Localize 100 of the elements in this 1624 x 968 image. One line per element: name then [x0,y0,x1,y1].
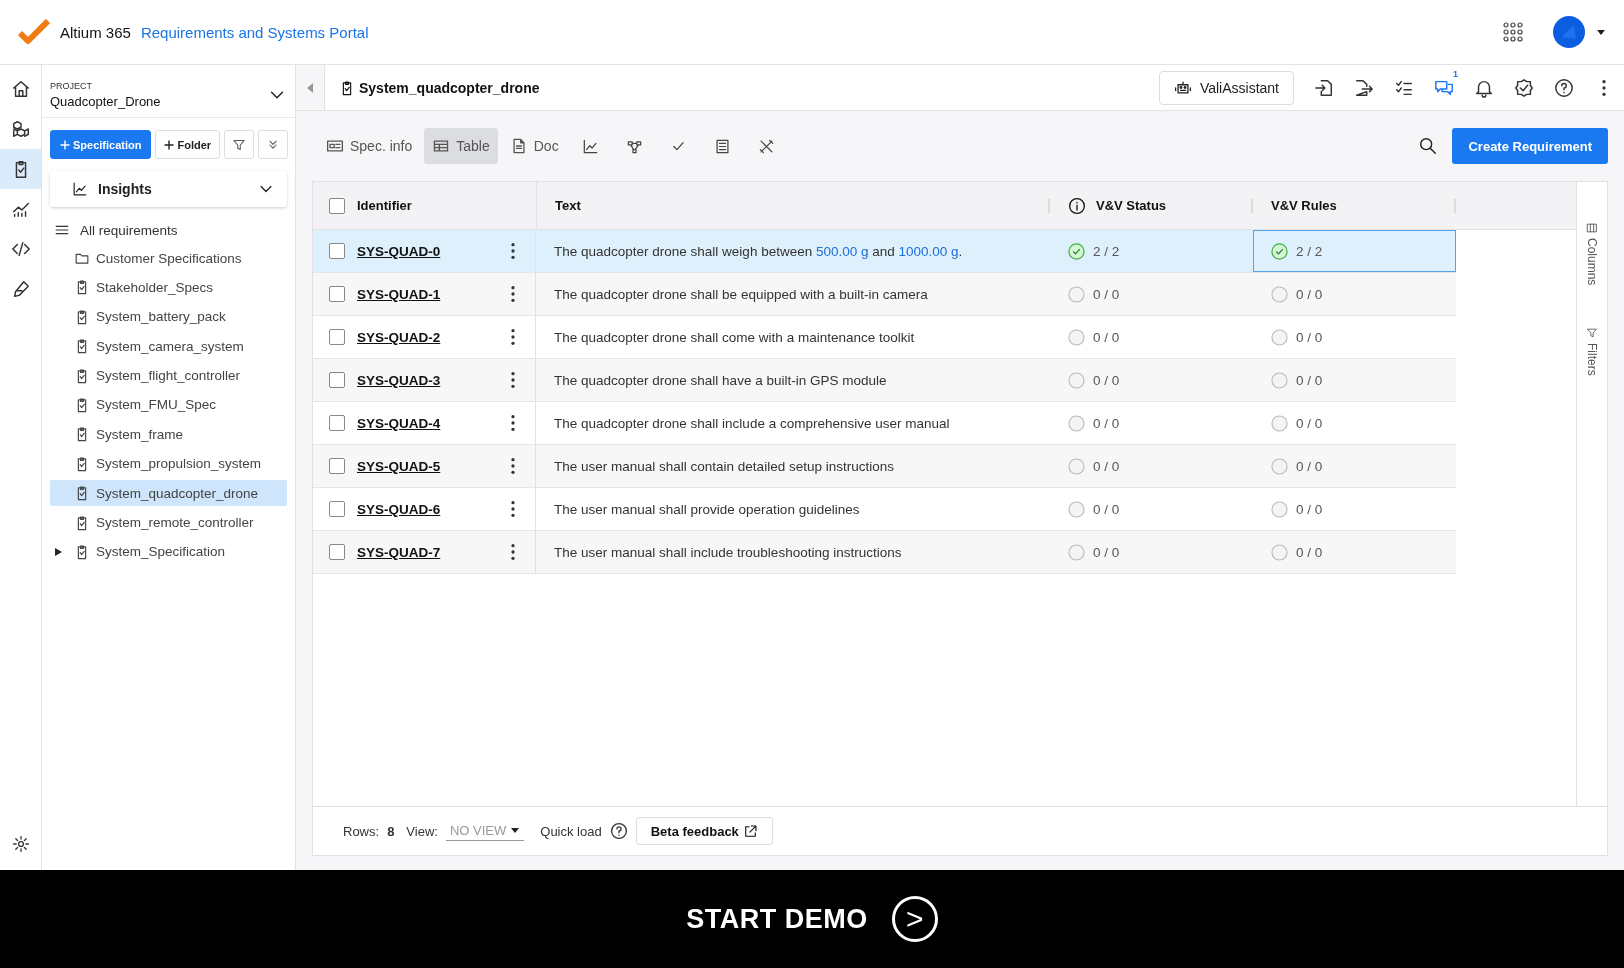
row-checkbox[interactable] [329,329,345,345]
vv-status-value: 0 / 0 [1093,329,1120,345]
checklist-icon[interactable] [714,137,732,155]
requirement-text: The user manual shall include troubleshooting instructions [554,544,902,560]
assistant-button[interactable]: ValiAssistant [1158,70,1294,105]
specification-title: System_quadcopter_drone [359,79,540,96]
tree-item[interactable]: Customer Specifications [50,245,287,271]
filter-icon [232,137,247,152]
row-checkbox[interactable] [329,415,345,431]
requirement-id-link[interactable]: SYS-QUAD-5 [357,458,491,474]
row-checkbox[interactable] [329,544,345,560]
collapse-triangle-icon[interactable] [306,81,314,94]
row-checkbox[interactable] [329,458,345,474]
all-requirements-item[interactable]: All requirements [42,215,295,245]
table-row[interactable]: SYS-QUAD-3 The quadcopter drone shall have a built-in GPS module 0 / 0 0 / 0 [313,359,1456,402]
view-tab[interactable]: Doc [501,128,567,164]
table-row[interactable]: SYS-QUAD-0 The quadcopter drone shall weigh between 500.00 g and 1000.00 g. 2 / 2 2 / 2 [313,230,1456,273]
settings-icon[interactable] [11,835,30,853]
rows-label: Rows: [343,823,380,839]
table-row[interactable]: SYS-QUAD-1 The quadcopter drone shall be equipped with a built-in camera 0 / 0 0 / 0 [313,273,1456,316]
vv-rules-value: 0 / 0 [1296,286,1323,302]
tree-label: System_FMU_Spec [96,397,217,413]
play-circle-button[interactable]: > [891,896,938,942]
columns-icon [1586,222,1598,234]
vv-status-value: 0 / 0 [1093,458,1120,474]
tree-item[interactable]: System_flight_controller [50,362,287,389]
brand-name: Altium 365 [60,23,131,41]
vv-status-value: 0 / 0 [1093,372,1120,388]
new-folder-button[interactable]: Folder [155,130,221,159]
help-icon[interactable] [1554,77,1574,98]
tree-label: System_camera_system [96,338,244,354]
import-icon[interactable] [1314,77,1334,98]
vv-status-value: 0 / 0 [1093,544,1120,560]
search-icon[interactable] [1418,136,1439,156]
project-name: Quadcopter_Drone [50,94,162,109]
new-specification-button[interactable]: Specification [50,130,152,159]
line-chart-icon[interactable] [582,137,600,155]
view-tab[interactable]: Table [424,128,498,164]
row-checkbox[interactable] [329,286,345,302]
requirement-id-link[interactable]: SYS-QUAD-1 [357,286,491,302]
tree-item[interactable]: System_quadcopter_drone [50,480,287,507]
expand-triangle-icon[interactable] [54,546,63,557]
requirement-id-link[interactable]: SYS-QUAD-0 [357,243,491,259]
tree-label: Customer Specifications [96,250,242,266]
start-demo-label[interactable]: START DEMO [686,903,868,935]
export-icon[interactable] [1354,77,1374,98]
requirement-id-link[interactable]: SYS-QUAD-4 [357,415,491,431]
column-header[interactable]: Text [555,198,581,213]
requirement-text: The quadcopter drone shall come with a maintenance toolkit [554,329,915,345]
apps-grid-icon[interactable] [1502,21,1524,43]
caret-icon[interactable] [510,827,521,834]
requirement-id-link[interactable]: SYS-QUAD-3 [357,372,491,388]
requirement-id-link[interactable]: SYS-QUAD-2 [357,329,491,345]
filter-button[interactable] [224,130,255,159]
side-panel-tab[interactable]: Filters [1585,327,1599,377]
vv-rules-value: 0 / 0 [1296,458,1323,474]
tree-label: System_propulsion_system [96,456,262,472]
tree-item[interactable]: System_Specification [50,538,287,565]
vv-rules-value: 0 / 0 [1296,415,1323,431]
create-requirement-button[interactable]: Create Requirement [1452,128,1608,164]
tree-item[interactable]: System_battery_pack [50,303,287,330]
info-icon [1068,196,1086,215]
column-header[interactable]: V&V Rules [1271,198,1337,213]
portal-name: Requirements and Systems Portal [140,23,369,41]
row-checkbox[interactable] [329,243,345,259]
tree-item[interactable]: System_camera_system [50,333,287,360]
row-checkbox[interactable] [329,501,345,517]
row-checkbox[interactable] [329,372,345,388]
beta-feedback-button[interactable]: Beta feedback [635,817,773,845]
verified-badge-icon[interactable] [1514,77,1534,98]
column-header[interactable]: Identifier [357,198,412,213]
column-header[interactable]: V&V Status [1096,198,1167,213]
requirement-id-link[interactable]: SYS-QUAD-7 [357,544,491,560]
nav-item[interactable] [0,149,41,189]
tree-item[interactable]: System_remote_controller [50,509,287,536]
vv-rules-value: 0 / 0 [1296,501,1323,517]
vv-rules-value: 0 / 0 [1296,372,1323,388]
row-count: 8 [387,823,395,839]
vv-rules-value: 2 / 2 [1296,243,1323,259]
tree-label: System_frame [96,426,184,442]
tree-item[interactable]: System_frame [50,421,287,448]
view-tab[interactable]: Spec. info [318,128,421,164]
side-panel-tab[interactable]: Columns [1585,222,1599,286]
caret-icon[interactable] [1596,28,1606,36]
project-label: PROJECT [50,81,93,91]
tools-icon[interactable] [758,137,776,155]
tree-item[interactable]: Stakeholder_Specs [50,274,287,301]
table-row[interactable]: SYS-QUAD-5 The user manual shall contain detailed setup instructions 0 / 0 0 / 0 [313,445,1456,488]
help-icon[interactable] [609,822,628,840]
user-avatar[interactable] [1552,15,1586,49]
insights-dropdown[interactable]: Insights [50,171,287,207]
vv-status-value: 0 / 0 [1093,415,1120,431]
tree-item[interactable]: System_propulsion_system [50,450,287,477]
table-row[interactable]: SYS-QUAD-7 The user manual shall include troubleshooting instructions 0 / 0 0 / 0 [313,531,1456,574]
cubes-icon [10,119,31,139]
requirement-id-link[interactable]: SYS-QUAD-6 [357,501,491,517]
logo-icon [18,19,50,45]
requirement-text: The user manual shall provide operation guidelines [554,501,860,517]
tree-item[interactable]: System_FMU_Spec [50,391,287,418]
select-all-checkbox[interactable] [329,197,345,214]
